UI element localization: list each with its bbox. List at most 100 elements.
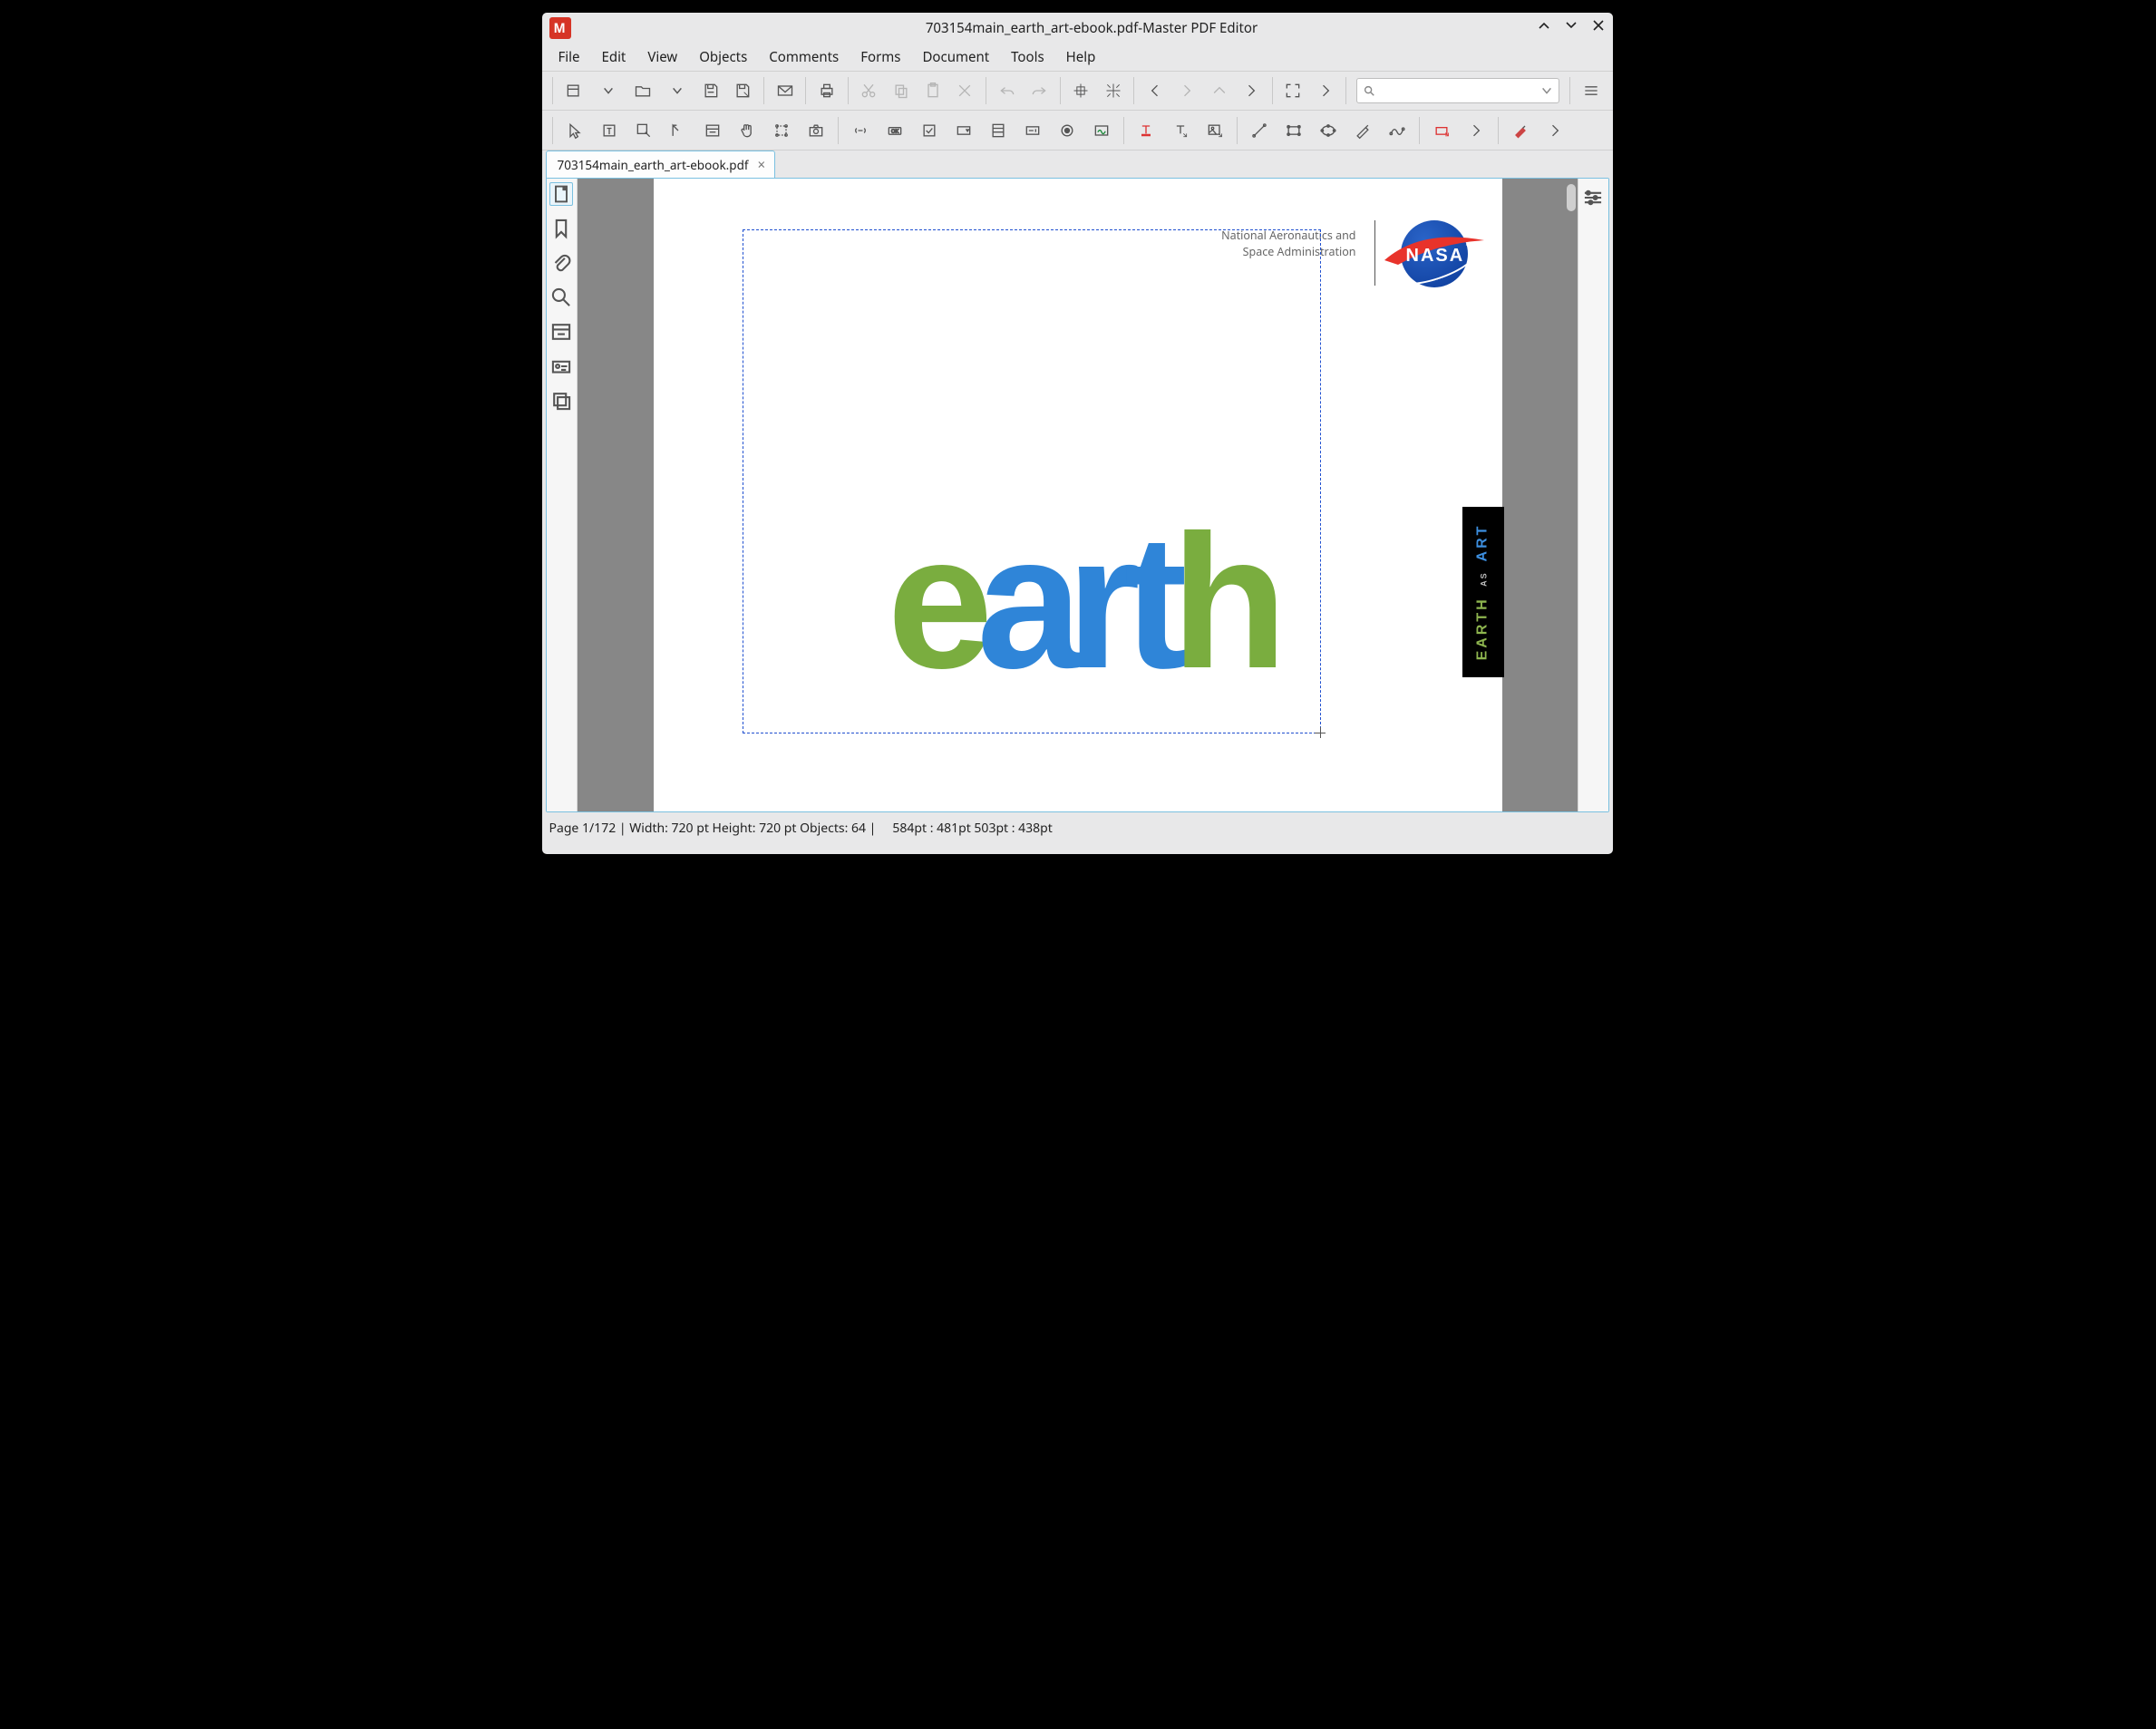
document-canvas[interactable]: National Aeronautics and Space Administr… (578, 179, 1578, 811)
app-icon (549, 17, 571, 39)
ellipse-tool[interactable] (1313, 115, 1344, 146)
selection-handle-br[interactable] (1315, 727, 1326, 738)
insert-image-tool[interactable] (1199, 115, 1230, 146)
pdf-page: National Aeronautics and Space Administr… (654, 179, 1502, 811)
listbox-field-tool[interactable] (983, 115, 1014, 146)
workarea: National Aeronautics and Space Administr… (546, 178, 1609, 812)
app-window: 703154main_earth_art-ebook.pdf-Master PD… (542, 13, 1613, 854)
pencil-tool[interactable] (1347, 115, 1378, 146)
search-icon (1363, 84, 1375, 97)
menu-document[interactable]: Document (911, 44, 1000, 70)
panel-properties-button[interactable] (1581, 186, 1605, 209)
snapshot-tool[interactable] (801, 115, 831, 146)
email-button[interactable] (771, 75, 799, 106)
checkbox-field-tool[interactable] (914, 115, 945, 146)
snap-button[interactable] (1099, 75, 1127, 106)
window-maximize-button[interactable] (1564, 18, 1578, 33)
panel-search-button[interactable] (549, 286, 573, 309)
panel-layers-button[interactable] (549, 389, 573, 413)
menubar: File Edit View Objects Comments Forms Do… (542, 44, 1613, 71)
undo-button (993, 75, 1021, 106)
window-title: 703154main_earth_art-ebook.pdf-Master PD… (571, 19, 1613, 37)
panel-signatures-button[interactable] (549, 355, 573, 378)
open-dropdown[interactable] (662, 75, 693, 106)
document-tabstrip: 703154main_earth_art-ebook.pdf × (542, 151, 1613, 178)
zoom-forward-button[interactable] (1311, 75, 1339, 106)
form-edit-tool[interactable] (697, 115, 728, 146)
statusbar: Page 1/172 | Width: 720 pt Height: 720 p… (542, 816, 1613, 840)
cut-button (855, 75, 883, 106)
marker-tool[interactable] (1505, 115, 1536, 146)
menu-file[interactable]: File (548, 44, 591, 70)
window-minimize-button[interactable] (1537, 18, 1551, 33)
menu-view[interactable]: View (636, 44, 688, 70)
svg-text:OK: OK (890, 127, 898, 134)
save-as-button[interactable] (729, 75, 757, 106)
nasa-logo: NASA (1394, 220, 1475, 287)
save-button[interactable] (696, 75, 724, 106)
search-input[interactable] (1381, 84, 1540, 98)
print-button[interactable] (812, 75, 840, 106)
earth-as-art-tab: EARTH AS ART (1462, 507, 1504, 677)
dropdown-field-tool[interactable] (948, 115, 979, 146)
menu-help[interactable]: Help (1055, 44, 1107, 70)
highlight-tool[interactable] (1131, 115, 1161, 146)
next-view-button (1173, 75, 1201, 106)
hamburger-button[interactable] (1577, 75, 1605, 106)
hand-tool[interactable] (732, 115, 762, 146)
panel-fields-button[interactable] (549, 320, 573, 344)
button-field-tool[interactable]: OK (879, 115, 910, 146)
search-box[interactable] (1356, 78, 1559, 103)
panel-bookmarks-button[interactable] (549, 217, 573, 240)
text-select-tool[interactable] (594, 115, 625, 146)
menu-edit[interactable]: Edit (591, 44, 637, 70)
radio-field-tool[interactable] (1052, 115, 1083, 146)
status-cursor-info: 584pt : 481pt 503pt : 438pt (892, 820, 1052, 837)
copy-button (887, 75, 915, 106)
rectangle-tool[interactable] (1278, 115, 1309, 146)
next-page-button[interactable] (1237, 75, 1265, 106)
stamp-tool[interactable] (1426, 115, 1457, 146)
document-tab-label: 703154main_earth_art-ebook.pdf (558, 157, 749, 173)
menu-comments[interactable]: Comments (758, 44, 850, 70)
up-button (1205, 75, 1233, 106)
tab-close-button[interactable]: × (758, 156, 766, 174)
curve-tool[interactable] (1382, 115, 1413, 146)
document-tab[interactable]: 703154main_earth_art-ebook.pdf × (546, 151, 776, 179)
menu-tools[interactable]: Tools (1000, 44, 1055, 70)
status-page-info: Page 1/172 | Width: 720 pt Height: 720 p… (549, 820, 877, 837)
edit-text-tool[interactable] (628, 115, 659, 146)
menu-forms[interactable]: Forms (850, 44, 911, 70)
open-button[interactable] (627, 75, 658, 106)
panel-pages-button[interactable] (549, 182, 573, 206)
toolbar-main (542, 71, 1613, 111)
select-tool[interactable] (559, 115, 590, 146)
new-dropdown[interactable] (593, 75, 624, 106)
line-tool[interactable] (1244, 115, 1275, 146)
vertical-scrollbar[interactable] (1567, 184, 1576, 211)
new-button[interactable] (558, 75, 589, 106)
titlebar: 703154main_earth_art-ebook.pdf-Master PD… (542, 13, 1613, 44)
crop-tool[interactable] (766, 115, 797, 146)
toolbar-edit: OK (542, 111, 1613, 151)
menu-objects[interactable]: Objects (688, 44, 758, 70)
edit-vector-tool[interactable] (663, 115, 694, 146)
fit-page-button[interactable] (1279, 75, 1307, 106)
paste-button (918, 75, 947, 106)
selection-box[interactable] (743, 229, 1321, 733)
link-tool[interactable] (845, 115, 876, 146)
search-dropdown-icon[interactable] (1540, 84, 1553, 97)
combo-field-tool[interactable] (1017, 115, 1048, 146)
right-panel (1578, 179, 1608, 811)
signature-field-tool[interactable] (1086, 115, 1117, 146)
insert-text-tool[interactable] (1165, 115, 1196, 146)
more-shapes-button[interactable] (1461, 115, 1491, 146)
redo-button (1025, 75, 1053, 106)
prev-page-button[interactable] (1141, 75, 1169, 106)
grid-button[interactable] (1067, 75, 1095, 106)
more-annot-button[interactable] (1539, 115, 1570, 146)
panel-attachments-button[interactable] (549, 251, 573, 275)
delete-button (951, 75, 979, 106)
left-panel (547, 179, 578, 811)
window-close-button[interactable] (1591, 18, 1606, 33)
